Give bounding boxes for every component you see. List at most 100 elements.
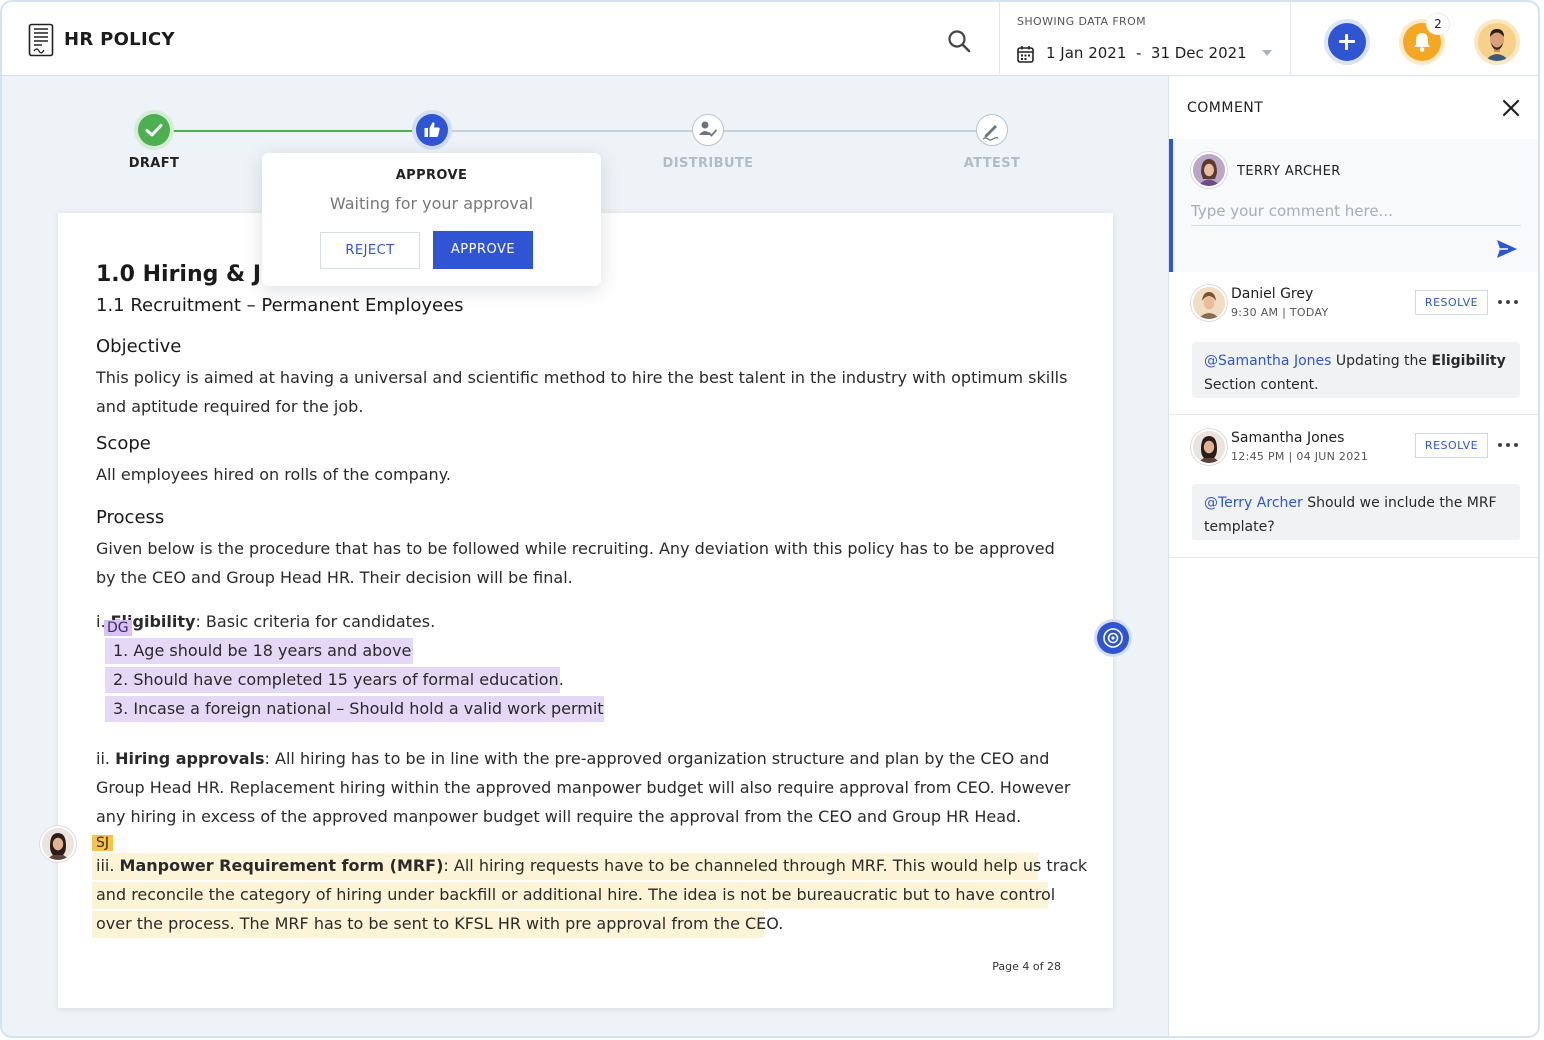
popover-title: APPROVE — [395, 168, 468, 183]
document-icon — [28, 23, 54, 57]
more-options-icon[interactable] — [1497, 297, 1521, 307]
scope-heading: Scope — [96, 433, 151, 454]
avatar-icon — [1193, 287, 1225, 319]
approvals-clause: ii. Hiring approvals: All hiring has to … — [96, 749, 1049, 768]
step-attest[interactable] — [976, 114, 1008, 146]
chevron-down-icon — [1262, 50, 1272, 56]
policy-document: 1.0 Hiring & Jo 1.1 Recruitment – Perman… — [58, 213, 1113, 1008]
step-label-draft: DRAFT — [128, 156, 180, 171]
top-bar: HR POLICY SHOWING DATA FROM 1 Jan 2021 -… — [2, 2, 1538, 76]
comment-thread: Samantha Jones 12:45 PM | 04 JUN 2021 RE… — [1169, 415, 1538, 558]
criteria-item: 2. Should have completed 15 years of for… — [113, 670, 564, 689]
avatar-icon — [42, 828, 74, 860]
search-icon[interactable] — [946, 28, 972, 54]
step-distribute[interactable] — [692, 114, 724, 146]
clause-text: : Basic criteria for candidates. — [195, 612, 436, 631]
header-divider — [999, 2, 1000, 76]
process-text-line: Given below is the procedure that has to… — [96, 539, 1055, 558]
comment-text-bold: Eligibility — [1431, 353, 1506, 369]
user-avatar[interactable] — [1478, 23, 1516, 61]
mrf-text-line: over the process. The MRF has to be sent… — [96, 914, 784, 933]
popover-subtitle: Waiting for your approval — [329, 194, 534, 213]
date-end: 31 Dec 2021 — [1150, 44, 1247, 62]
comment-panel: COMMENT TERRY ARCHER Type your comment h… — [1168, 76, 1538, 1036]
page-indicator: Page 4 of 28 — [992, 960, 1061, 973]
mention-link[interactable]: @Samantha Jones — [1204, 353, 1331, 369]
date-start: 1 Jan 2021 — [1046, 44, 1127, 62]
section-heading: 1.0 Hiring & Jo — [96, 262, 277, 287]
app-title: HR POLICY — [64, 29, 175, 50]
process-text-line: by the CEO and Group Head HR. Their deci… — [96, 568, 573, 587]
approvals-text-line: any hiring in excess of the approved man… — [96, 807, 1022, 826]
date-range-caption: SHOWING DATA FROM — [1017, 15, 1147, 28]
objective-text-line: and aptitude required for the job. — [96, 397, 364, 416]
comment-bubble: @Terry Archer Should we include the MRF … — [1192, 484, 1520, 540]
reject-button[interactable]: REJECT — [320, 232, 420, 269]
date-range-value: 1 Jan 2021 - 31 Dec 2021 — [1046, 44, 1247, 62]
step-draft[interactable] — [138, 114, 170, 146]
add-button[interactable] — [1328, 23, 1366, 61]
comment-composer: TERRY ARCHER — [1169, 139, 1538, 272]
step-label-distribute: DISTRIBUTE — [662, 156, 754, 171]
clause-text: : All hiring has to be in line with the … — [264, 749, 1050, 768]
panel-title: COMMENT — [1187, 100, 1264, 116]
thread-timestamp: 12:45 PM | 04 JUN 2021 — [1231, 450, 1369, 463]
objective-heading: Objective — [96, 336, 182, 357]
thread-author: Samantha Jones — [1231, 430, 1345, 446]
comment-text: Updating the — [1331, 353, 1432, 369]
scope-text: All employees hired on rolls of the comp… — [96, 465, 451, 484]
app-window: HR POLICY SHOWING DATA FROM 1 Jan 2021 -… — [0, 0, 1540, 1038]
date-separator: - — [1135, 44, 1142, 62]
notification-count-badge: 2 — [1427, 14, 1449, 34]
comment-input[interactable] — [1191, 196, 1521, 226]
subsection-heading: 1.1 Recruitment – Permanent Employees — [96, 295, 464, 316]
approvals-text-line: Group Head HR. Replacement hiring within… — [96, 778, 1071, 797]
annotation-tag-sj[interactable]: SJ — [92, 835, 114, 851]
thumbs-up-icon — [424, 122, 440, 137]
step-label-attest: ATTEST — [963, 156, 1021, 171]
avatar-icon — [1193, 431, 1225, 463]
signature-icon — [982, 125, 999, 141]
user-check-icon — [699, 121, 717, 137]
close-icon[interactable] — [1499, 96, 1523, 120]
bell-icon — [1414, 33, 1430, 52]
resolve-button[interactable]: RESOLVE — [1415, 290, 1488, 315]
thread-avatar — [1193, 287, 1225, 319]
thread-avatar — [1193, 431, 1225, 463]
header-divider — [1290, 2, 1291, 76]
clause-term: Manpower Requirement form (MRF) — [119, 856, 444, 875]
thread-timestamp: 9:30 AM | TODAY — [1231, 306, 1329, 319]
composer-avatar — [1193, 154, 1225, 186]
step-approve[interactable] — [416, 114, 448, 146]
avatar-icon — [1193, 154, 1225, 186]
approval-popover: APPROVE Waiting for your approval REJECT… — [262, 153, 601, 286]
thread-author: Daniel Grey — [1231, 286, 1314, 302]
avatar-icon — [1478, 23, 1516, 61]
clause-term: Hiring approvals — [115, 749, 265, 768]
commenter-avatar[interactable] — [42, 828, 74, 860]
comment-thread: Daniel Grey 9:30 AM | TODAY RESOLVE @Sam… — [1169, 272, 1538, 415]
comment-text: Section content. — [1204, 377, 1319, 393]
target-icon — [1103, 628, 1123, 648]
eligibility-clause: i. Eligibility: Basic criteria for candi… — [96, 612, 435, 631]
clause-number: iii. — [96, 856, 120, 875]
calendar-icon — [1017, 46, 1034, 63]
date-range-picker[interactable]: 1 Jan 2021 - 31 Dec 2021 — [1015, 40, 1277, 68]
mrf-clause: iii. Manpower Requirement form (MRF): Al… — [96, 856, 1087, 875]
stepper-track-complete — [154, 130, 432, 132]
mrf-text-line: and reconcile the category of hiring und… — [96, 885, 1056, 904]
resolve-button[interactable]: RESOLVE — [1415, 433, 1488, 458]
approve-button[interactable]: APPROVE — [433, 231, 533, 269]
more-options-icon[interactable] — [1497, 440, 1521, 450]
clause-text: : All hiring requests have to be channel… — [443, 856, 1088, 875]
comment-marker-button[interactable] — [1097, 622, 1129, 654]
mention-link[interactable]: @Terry Archer — [1204, 495, 1303, 511]
objective-text-line: This policy is aimed at having a univers… — [96, 368, 1068, 387]
process-heading: Process — [96, 507, 165, 528]
criteria-item: 3. Incase a foreign national – Should ho… — [113, 699, 604, 718]
clause-number: ii. — [96, 749, 116, 768]
check-icon — [145, 124, 163, 137]
annotation-tag-dg[interactable]: DG — [104, 620, 132, 636]
send-icon[interactable] — [1495, 237, 1519, 261]
comment-bubble: @Samantha Jones Updating the Eligibility… — [1192, 342, 1520, 398]
